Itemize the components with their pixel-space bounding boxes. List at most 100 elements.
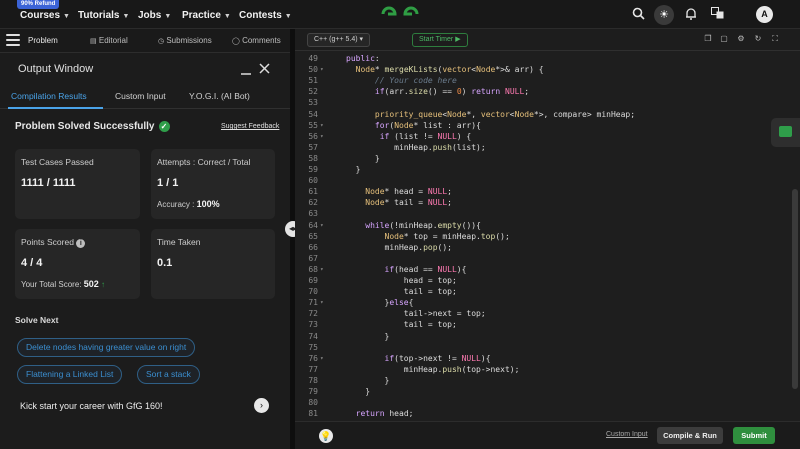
theme-toggle-icon[interactable]: ☀ xyxy=(654,5,674,25)
tab-compilation-results[interactable]: Compilation Results xyxy=(11,91,87,101)
line-number: 64 xyxy=(308,220,318,230)
translate-icon[interactable] xyxy=(710,7,724,21)
tab-yogi-ai-bot[interactable]: Y.O.G.I. (AI Bot) xyxy=(189,91,250,101)
clock-icon: ◷ xyxy=(158,38,165,45)
code-line[interactable]: 66 minHeap.pop(); xyxy=(295,242,793,253)
fold-chevron-icon[interactable]: ▾ xyxy=(320,120,324,131)
fold-chevron-icon[interactable]: ▾ xyxy=(320,264,324,275)
editor-scrollbar[interactable] xyxy=(792,189,798,389)
tab-problem[interactable]: Problem xyxy=(28,36,58,45)
menu-icon[interactable] xyxy=(6,34,20,46)
suggestion-chip[interactable]: Sort a stack xyxy=(137,365,200,384)
line-number: 76 xyxy=(308,353,318,363)
search-icon[interactable] xyxy=(631,7,645,21)
settings-icon[interactable]: ⚙ xyxy=(736,34,746,44)
nav-courses[interactable]: Courses ▼ xyxy=(20,10,70,21)
fold-chevron-icon[interactable]: ▾ xyxy=(320,353,324,364)
editor-toolbar: C++ (g++ 5.4) ▾ Start Timer ▶ ❐ ▢ ⚙ ↻ ⛶ xyxy=(295,29,800,51)
code-line[interactable]: 78 } xyxy=(295,375,793,386)
code-line[interactable]: 79 } xyxy=(295,386,793,397)
submit-button[interactable]: Submit xyxy=(733,427,775,444)
code-line[interactable]: 70 tail = top; xyxy=(295,286,793,297)
chevron-right-icon[interactable]: › xyxy=(254,398,269,413)
lightbulb-icon[interactable]: 💡 xyxy=(319,429,333,443)
nav-practice[interactable]: Practice ▼ xyxy=(182,10,231,21)
code-text: if (list != NULL) { xyxy=(379,131,472,141)
code-line[interactable]: 53 xyxy=(295,97,793,108)
code-text: if(head == NULL){ xyxy=(384,264,467,274)
code-line[interactable]: 76 ▾ if(top->next != NULL){ xyxy=(295,353,793,364)
copy-icon[interactable]: ❐ xyxy=(703,34,713,44)
line-number: 65 xyxy=(308,231,318,241)
code-line[interactable]: 72 tail->next = top; xyxy=(295,308,793,319)
close-icon[interactable] xyxy=(259,63,270,74)
code-line[interactable]: 77 minHeap.push(top->next); xyxy=(295,364,793,375)
code-text: return head; xyxy=(355,409,414,419)
code-line[interactable]: 63 xyxy=(295,208,793,219)
line-number: 70 xyxy=(308,287,318,297)
line-number: 51 xyxy=(308,76,318,86)
minimize-icon[interactable] xyxy=(240,69,252,75)
code-line[interactable]: 73 tail = top; xyxy=(295,319,793,330)
line-number: 59 xyxy=(308,165,318,174)
suggestion-chip[interactable]: Flattening a Linked List xyxy=(17,365,123,384)
code-line[interactable]: 74 } xyxy=(295,331,793,342)
start-timer-button[interactable]: Start Timer ▶ xyxy=(412,33,468,47)
line-number: 52 xyxy=(308,87,318,97)
code-line[interactable]: 56 ▾ if (list != NULL) { xyxy=(295,131,793,142)
language-select[interactable]: C++ (g++ 5.4) ▾ xyxy=(307,33,371,47)
nav-jobs[interactable]: Jobs ▼ xyxy=(138,10,171,21)
tab-editorial[interactable]: ▤ Editorial xyxy=(90,36,128,45)
code-line[interactable]: 68 ▾ if(head == NULL){ xyxy=(295,264,793,275)
compile-run-button[interactable]: Compile & Run xyxy=(657,427,723,444)
nav-contests[interactable]: Contests ▼ xyxy=(239,10,292,21)
code-line[interactable]: 58 } xyxy=(295,153,793,164)
nav-tutorials[interactable]: Tutorials ▼ xyxy=(78,10,129,21)
code-line[interactable]: 52 if(arr.size() == 0) return NULL; xyxy=(295,86,793,97)
code-line[interactable]: 59 } xyxy=(295,164,793,175)
suggest-feedback-link[interactable]: Suggest Feedback xyxy=(221,123,279,130)
tab-comments[interactable]: ◯ Comments xyxy=(232,36,281,45)
code-text: minHeap.pop(); xyxy=(346,242,452,252)
code-line[interactable]: 50 ▾ Node* mergeKLists(vector<Node*>& arr… xyxy=(295,64,793,75)
fold-chevron-icon[interactable]: ▾ xyxy=(320,220,324,231)
attempts-label: Attempts : Correct / Total xyxy=(157,157,251,167)
code-line[interactable]: 67 xyxy=(295,253,793,264)
avatar[interactable]: A xyxy=(756,6,773,23)
line-number: 50 xyxy=(308,65,318,75)
code-line[interactable]: 60 xyxy=(295,175,793,186)
code-line[interactable]: 49 public: xyxy=(295,53,793,64)
fold-chevron-icon[interactable]: ▾ xyxy=(320,297,324,308)
info-icon[interactable]: i xyxy=(76,239,86,248)
fold-chevron-icon[interactable]: ▾ xyxy=(320,131,324,142)
line-number: 69 xyxy=(308,276,318,285)
code-line[interactable]: 64 ▾ while(!minHeap.empty()){ xyxy=(295,220,793,231)
fullscreen-icon[interactable]: ⛶ xyxy=(770,34,780,44)
code-line[interactable]: 69 head = top; xyxy=(295,275,793,286)
line-number: 75 xyxy=(308,342,318,352)
tab-custom-input[interactable]: Custom Input xyxy=(115,91,166,101)
tab-submissions[interactable]: ◷ Submissions xyxy=(158,36,212,45)
code-text: priority_queue<Node*, vector<Node*>, com… xyxy=(374,109,636,119)
code-line[interactable]: 54 priority_queue<Node*, vector<Node*>, … xyxy=(295,109,793,120)
code-line[interactable]: 65 Node* top = minHeap.top(); xyxy=(295,231,793,242)
code-editor[interactable]: 49 public: 50 ▾ Node* mergeKLists(vector<No… xyxy=(295,51,793,421)
fold-chevron-icon[interactable]: ▾ xyxy=(320,64,324,75)
output-tabs: Compilation Results Custom Input Y.O.G.I… xyxy=(0,84,290,109)
code-line[interactable]: 71 ▾ }else{ xyxy=(295,297,793,308)
code-line[interactable]: 55 ▾ for(Node* list : arr){ xyxy=(295,120,793,131)
gfg-logo[interactable] xyxy=(380,5,420,23)
code-line[interactable]: 57 minHeap.push(list); xyxy=(295,142,793,153)
code-line[interactable]: 61 Node* head = NULL; xyxy=(295,186,793,197)
code-line[interactable]: 80 xyxy=(295,397,793,408)
code-line[interactable]: 62 Node* tail = NULL; xyxy=(295,197,793,208)
new-file-icon[interactable]: ▢ xyxy=(719,34,729,44)
custom-input-link[interactable]: Custom Input xyxy=(606,431,648,438)
bell-icon[interactable] xyxy=(684,7,698,21)
code-line[interactable]: 51 // Your code here xyxy=(295,75,793,86)
suggestion-chip[interactable]: Delete nodes having greater value on rig… xyxy=(17,338,196,357)
reset-icon[interactable]: ↻ xyxy=(753,34,763,44)
chat-fab[interactable] xyxy=(771,118,800,147)
code-line[interactable]: 81 return head; xyxy=(295,408,793,419)
code-line[interactable]: 75 xyxy=(295,342,793,353)
